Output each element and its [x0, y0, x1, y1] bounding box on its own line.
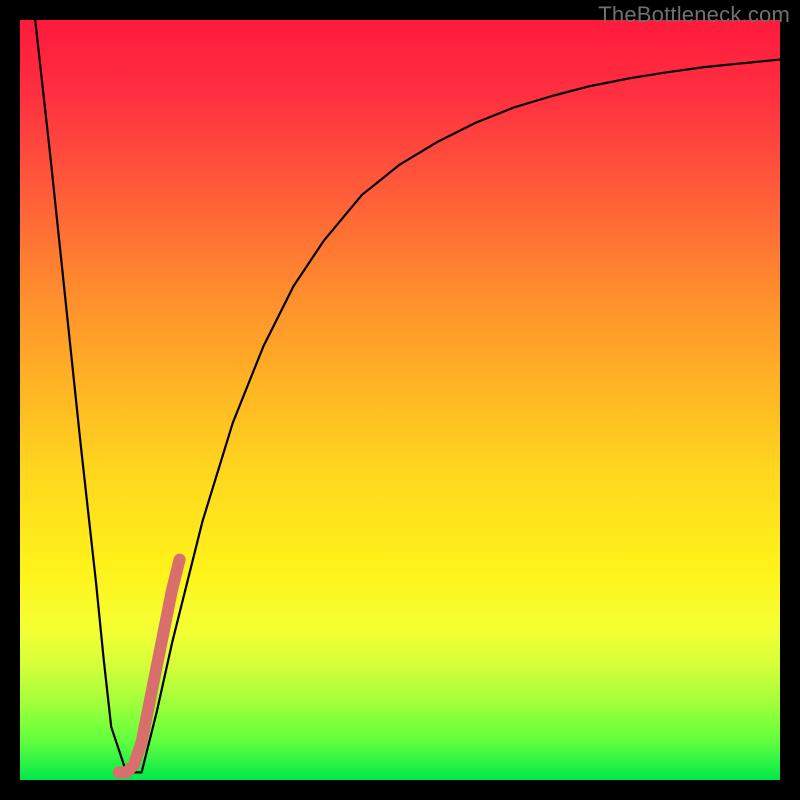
chart-frame: TheBottleneck.com — [0, 0, 800, 800]
chart-svg — [20, 20, 780, 780]
watermark-text: TheBottleneck.com — [598, 2, 790, 28]
black-curve-path — [35, 20, 780, 772]
